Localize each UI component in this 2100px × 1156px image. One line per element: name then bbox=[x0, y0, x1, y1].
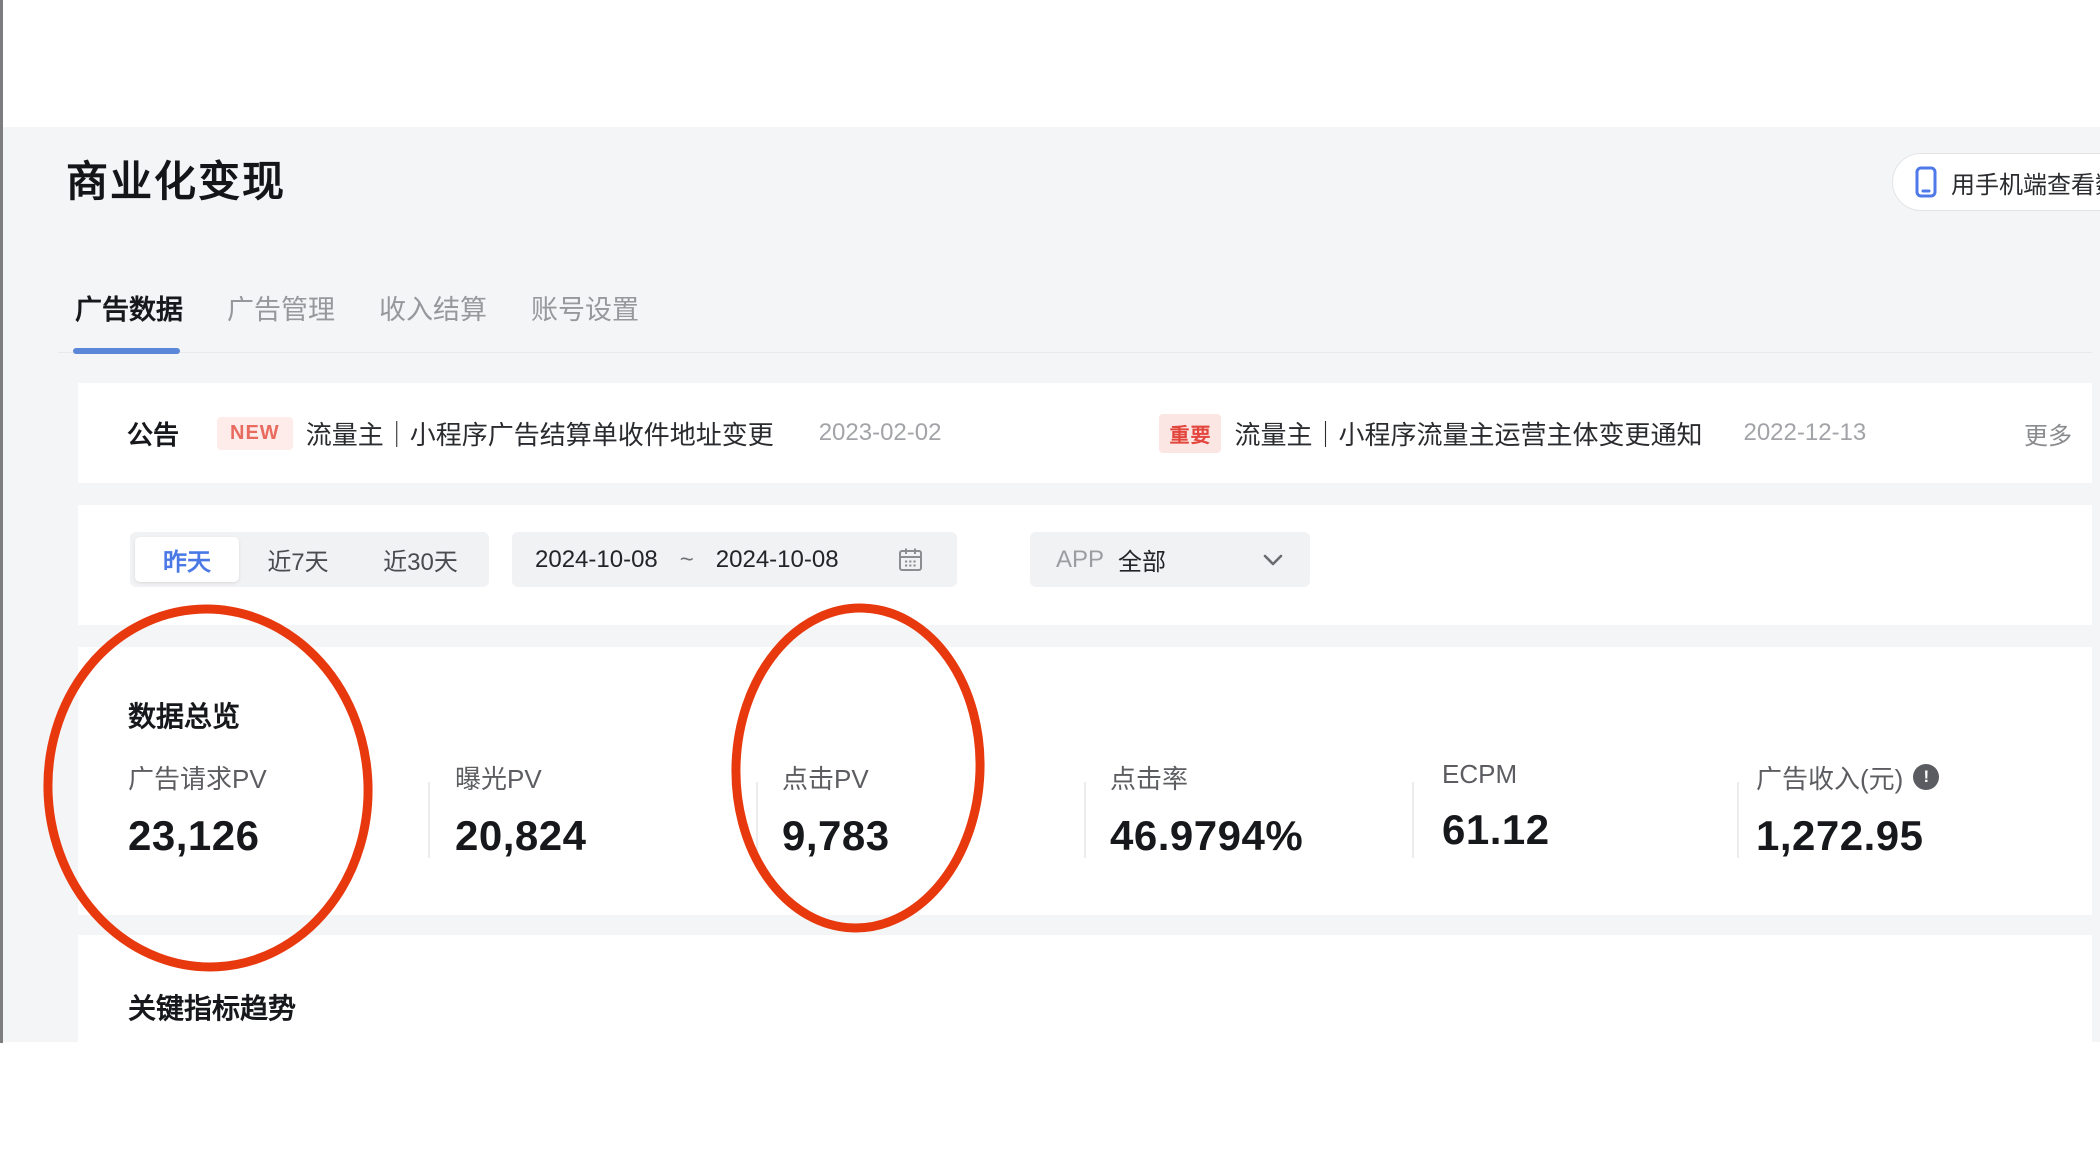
metric-label: 点击率 bbox=[1110, 764, 1189, 794]
metric-divider bbox=[1737, 782, 1739, 858]
metric-label: 广告请求PV bbox=[128, 764, 267, 794]
range-7days-button[interactable]: 近7天 bbox=[239, 537, 357, 582]
announcement-link-2[interactable]: 流量主｜小程序流量主运营主体变更通知 bbox=[1234, 415, 1702, 452]
left-edge-line bbox=[0, 0, 3, 1043]
announcement-bar: 公告 NEW 流量主｜小程序广告结算单收件地址变更 2023-02-02 重要 … bbox=[78, 383, 2092, 483]
phone-icon bbox=[1915, 166, 1937, 198]
metric-value: 20,824 bbox=[455, 812, 587, 859]
metric-click-rate: 点击率 46.9794% bbox=[1110, 759, 1303, 860]
badge-important: 重要 bbox=[1159, 413, 1222, 453]
date-end: 2024-10-08 bbox=[715, 545, 839, 573]
metric-divider bbox=[428, 782, 430, 858]
chevron-down-icon bbox=[1262, 553, 1284, 567]
app-select-value: 全部 bbox=[1118, 549, 1167, 576]
calendar-icon bbox=[897, 546, 924, 573]
tab-revenue-settlement[interactable]: 收入结算 bbox=[379, 288, 487, 327]
date-start: 2024-10-08 bbox=[535, 545, 658, 573]
metric-value: 1,272.95 bbox=[1756, 812, 1924, 859]
page-title: 商业化变现 bbox=[66, 158, 287, 205]
tab-ad-management[interactable]: 广告管理 bbox=[227, 288, 335, 327]
badge-new: NEW bbox=[217, 416, 293, 450]
metric-divider bbox=[1084, 782, 1086, 858]
metric-exposure-pv: 曝光PV 20,824 bbox=[455, 759, 586, 860]
metric-ecpm: ECPM 61.12 bbox=[1442, 759, 1550, 854]
announcement-date-2: 2022-12-13 bbox=[1743, 419, 1867, 446]
mobile-view-button[interactable]: 用手机端查看数据 bbox=[1892, 153, 2100, 211]
tab-bar: 广告数据 广告管理 收入结算 账号设置 bbox=[75, 288, 639, 327]
metric-label: 广告收入(元) bbox=[1756, 764, 1904, 794]
mobile-view-button-label: 用手机端查看数据 bbox=[1951, 171, 2100, 199]
metric-label: ECPM bbox=[1442, 759, 1518, 789]
metric-value: 23,126 bbox=[128, 812, 260, 859]
date-range-picker[interactable]: 2024-10-08 ~ 2024-10-08 bbox=[512, 532, 957, 587]
info-icon[interactable]: ! bbox=[1913, 763, 1940, 790]
announcement-title: 公告 bbox=[127, 419, 180, 450]
overview-section-title: 数据总览 bbox=[128, 701, 241, 732]
metric-label: 点击PV bbox=[782, 764, 869, 794]
quick-range-segmented-control: 昨天 近7天 近30天 bbox=[130, 532, 489, 587]
announcement-more-link[interactable]: 更多 bbox=[2024, 416, 2072, 451]
filter-bar: 昨天 近7天 近30天 2024-10-08 ~ 2024-10-08 APP bbox=[78, 505, 2092, 625]
app-select-label: APP bbox=[1056, 545, 1105, 573]
active-tab-underline bbox=[73, 348, 180, 354]
tab-ad-data[interactable]: 广告数据 bbox=[75, 288, 183, 327]
range-yesterday-button[interactable]: 昨天 bbox=[135, 537, 239, 582]
key-metric-trend-card: 关键指标趋势 bbox=[78, 935, 2092, 1156]
monetization-dashboard: 商业化变现 用手机端查看数据 广告数据 广告管理 收入结算 账号设置 公告 NE… bbox=[0, 0, 2100, 1156]
app-select[interactable]: APP 全部 bbox=[1030, 532, 1310, 587]
metric-divider bbox=[1412, 782, 1414, 858]
announcement-date-1: 2023-02-02 bbox=[818, 419, 942, 446]
metric-divider bbox=[756, 782, 758, 858]
metric-label: 曝光PV bbox=[455, 764, 542, 794]
trend-section-title: 关键指标趋势 bbox=[128, 993, 297, 1024]
range-30days-button[interactable]: 近30天 bbox=[357, 537, 484, 582]
tabs-divider bbox=[58, 352, 2092, 353]
date-separator: ~ bbox=[679, 545, 694, 573]
metric-value: 46.9794% bbox=[1110, 812, 1304, 859]
announcement-link-1[interactable]: 流量主｜小程序广告结算单收件地址变更 bbox=[306, 415, 774, 452]
metric-ad-revenue: 广告收入(元) ! 1,272.95 bbox=[1756, 759, 1940, 860]
metric-click-pv: 点击PV 9,783 bbox=[782, 759, 890, 860]
metric-ad-request-pv: 广告请求PV 23,126 bbox=[128, 759, 267, 860]
tab-account-settings[interactable]: 账号设置 bbox=[531, 288, 639, 327]
metric-value: 9,783 bbox=[782, 812, 890, 859]
data-overview-card: 数据总览 广告请求PV 23,126 曝光PV 20,824 点击PV 9,78… bbox=[78, 647, 2092, 915]
metric-value: 61.12 bbox=[1442, 806, 1550, 853]
